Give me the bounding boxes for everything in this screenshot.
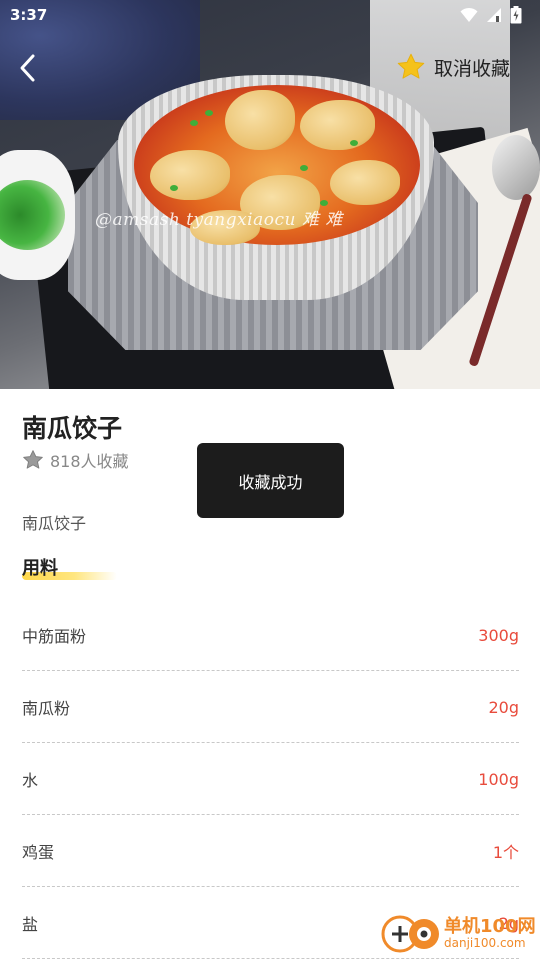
unfavorite-button[interactable]: 取消收藏 [396, 50, 510, 84]
wifi-icon [460, 7, 478, 22]
dumpling-shape [225, 90, 295, 150]
ingredient-name: 鸡蛋 [22, 843, 55, 862]
site-logo-icon [381, 915, 439, 953]
dumpling-shape [300, 100, 375, 150]
back-button[interactable] [8, 48, 48, 88]
recipe-description: 南瓜饺子 [22, 514, 87, 533]
site-watermark-logo: 单机100网 danji100.com [380, 906, 536, 958]
favorite-count: 818人收藏 [50, 452, 129, 471]
ingredient-name: 中筋面粉 [22, 627, 87, 646]
star-outline-icon [23, 450, 43, 469]
status-time: 3:37 [10, 6, 48, 24]
ingredients-title: 用料 [22, 558, 58, 579]
ingredient-name: 南瓜粉 [22, 699, 71, 718]
ingredient-row: 中筋面粉 300g [22, 600, 519, 671]
site-logo-name: 单机100网 [444, 916, 536, 937]
status-bar: 3:37 [0, 0, 540, 32]
ingredient-name: 水 [22, 771, 39, 790]
ingredients-heading: 用料 [22, 554, 122, 584]
star-icon [397, 53, 425, 79]
spoon-shape [492, 135, 540, 200]
unfavorite-label: 取消收藏 [433, 57, 510, 80]
ingredient-amount: 20g [488, 697, 519, 717]
ingredient-row: 南瓜粉 20g [22, 672, 519, 743]
ingredient-row: 水 100g [22, 744, 519, 815]
toast-message: 收藏成功 [197, 443, 344, 518]
ingredient-amount: 300g [478, 625, 519, 645]
ingredient-amount: 100g [478, 769, 519, 789]
ingredient-name: 盐 [22, 915, 39, 934]
status-icons [460, 6, 522, 24]
recipe-detail-page: @amsash tyangxiaocu 难 难 3:37 取消收藏 南瓜饺子 8… [0, 0, 540, 960]
recipe-title: 南瓜饺子 [22, 414, 123, 443]
chevron-left-icon [20, 54, 35, 82]
signal-icon [487, 8, 501, 22]
dumpling-shape [330, 160, 400, 205]
ingredient-row: 鸡蛋 1个 [22, 816, 519, 887]
battery-icon [510, 6, 522, 24]
dumpling-shape [150, 150, 230, 200]
site-logo-url: danji100.com [444, 936, 526, 950]
ingredient-amount: 1个 [492, 843, 519, 862]
photo-watermark: @amsash tyangxiaocu 难 难 [95, 210, 343, 230]
favorite-count-row: 818人收藏 [22, 448, 129, 472]
